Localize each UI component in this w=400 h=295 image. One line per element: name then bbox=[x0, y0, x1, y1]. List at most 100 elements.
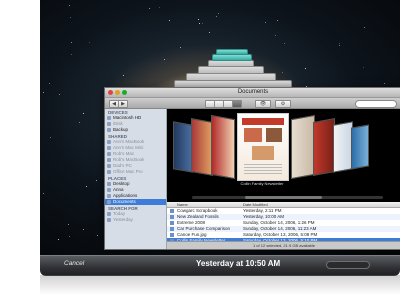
star bbox=[68, 236, 70, 238]
cover-flow-button[interactable] bbox=[232, 100, 242, 108]
sidebar-item-label: Ann's MacBook bbox=[113, 139, 145, 144]
star bbox=[48, 82, 50, 84]
window-toolbar: ◀ ▶ 👁 ⚙ bbox=[105, 98, 400, 109]
sidebar-item-label: Applications bbox=[113, 193, 138, 198]
folder-icon bbox=[107, 128, 111, 132]
star bbox=[58, 94, 60, 96]
star bbox=[89, 41, 91, 43]
star bbox=[70, 41, 72, 43]
sidebar-item-label: Anna bbox=[113, 187, 124, 192]
star bbox=[164, 59, 166, 61]
star bbox=[149, 7, 151, 9]
folder-icon bbox=[107, 188, 111, 192]
star bbox=[283, 42, 285, 44]
star bbox=[50, 136, 52, 138]
newsletter-photo bbox=[252, 146, 274, 160]
star bbox=[71, 53, 72, 55]
coverflow-item[interactable] bbox=[173, 121, 193, 173]
folder-icon bbox=[107, 122, 111, 126]
forward-button[interactable]: ▶ bbox=[118, 100, 128, 108]
newsletter-photo bbox=[244, 128, 262, 142]
star bbox=[215, 16, 217, 18]
star bbox=[338, 45, 340, 47]
star bbox=[305, 68, 307, 69]
coverflow-item[interactable] bbox=[333, 121, 353, 173]
star bbox=[43, 192, 45, 194]
column-name-header[interactable]: Name bbox=[177, 202, 188, 207]
star bbox=[69, 5, 71, 7]
sidebar-item-label: Today bbox=[113, 211, 126, 216]
cancel-button[interactable]: Cancel bbox=[64, 260, 84, 267]
star bbox=[68, 224, 70, 226]
coverflow-item[interactable] bbox=[191, 118, 213, 176]
time-machine-bottom-bar: Cancel Yesterday at 10:50 AM bbox=[40, 255, 400, 276]
folder-icon bbox=[107, 164, 111, 168]
coverflow-item-selected[interactable] bbox=[237, 113, 289, 181]
star bbox=[122, 75, 124, 77]
folder-icon bbox=[107, 152, 111, 156]
cover-flow-view[interactable]: Collin Family Newsletter bbox=[167, 109, 400, 202]
coverflow-item[interactable] bbox=[211, 114, 235, 180]
star bbox=[364, 26, 366, 28]
snapshot-date-label: Yesterday at 10:50 AM bbox=[196, 259, 281, 268]
sidebar-item-label: Desktop bbox=[113, 181, 130, 186]
coverflow-caption: Collin Family Newsletter bbox=[240, 181, 284, 186]
star bbox=[83, 229, 85, 231]
newsletter-text bbox=[244, 164, 282, 174]
search-field[interactable] bbox=[355, 100, 397, 108]
folder-icon bbox=[107, 194, 111, 198]
sidebar-item[interactable]: Office Mac Pro bbox=[105, 169, 166, 175]
coverflow-scrollbar[interactable] bbox=[192, 196, 383, 199]
coverflow-item[interactable] bbox=[313, 118, 335, 176]
star bbox=[85, 185, 87, 187]
star bbox=[180, 46, 182, 48]
document-icon bbox=[170, 209, 174, 213]
document-icon bbox=[170, 233, 174, 237]
quick-look-button[interactable]: 👁 bbox=[255, 100, 271, 108]
coverflow-item[interactable] bbox=[351, 124, 369, 170]
folder-icon bbox=[107, 182, 111, 186]
sidebar-item-label: iDisk bbox=[113, 121, 123, 126]
folder-icon bbox=[107, 218, 111, 222]
sidebar-item-label: Macintosh HD bbox=[113, 115, 142, 120]
star bbox=[79, 121, 81, 123]
sidebar-item[interactable]: Backup bbox=[105, 127, 166, 133]
sidebar-item-label: Office Mac Pro bbox=[113, 169, 143, 174]
star bbox=[362, 67, 364, 69]
restore-button[interactable] bbox=[326, 261, 370, 269]
coverflow-item[interactable] bbox=[291, 114, 315, 180]
folder-icon bbox=[107, 212, 111, 216]
star bbox=[58, 239, 60, 241]
folder-icon bbox=[107, 158, 111, 162]
star bbox=[42, 91, 44, 93]
sidebar-item-label: Rob's MacBook bbox=[113, 157, 145, 162]
star bbox=[198, 22, 200, 24]
star bbox=[208, 31, 210, 33]
sidebar-item-label: Rob's Mac bbox=[113, 151, 135, 156]
star bbox=[281, 71, 283, 73]
star bbox=[217, 13, 219, 15]
star bbox=[276, 19, 278, 21]
document-icon bbox=[170, 227, 174, 231]
column-date-header[interactable]: Date Modified bbox=[243, 202, 268, 207]
star bbox=[198, 19, 200, 21]
sidebar-item-label: Dad's PC bbox=[113, 163, 132, 168]
sidebar: DEVICES Macintosh HD iDisk Backup SHARED Ann'… bbox=[105, 109, 167, 249]
document-icon bbox=[170, 215, 174, 219]
star bbox=[69, 17, 71, 19]
window-title: Documents bbox=[237, 89, 269, 95]
history-window-4[interactable] bbox=[212, 54, 252, 61]
folder-icon bbox=[107, 140, 111, 144]
star bbox=[202, 22, 204, 24]
star bbox=[383, 82, 385, 84]
document-icon bbox=[170, 221, 174, 225]
action-menu-button[interactable]: ⚙ bbox=[275, 100, 291, 108]
scrollbar-thumb[interactable] bbox=[245, 196, 322, 199]
sidebar-item[interactable]: Documents bbox=[105, 199, 166, 205]
sidebar-item[interactable]: Yesterday bbox=[105, 217, 166, 223]
star bbox=[97, 234, 99, 236]
star bbox=[95, 180, 97, 182]
finder-window[interactable]: Documents ◀ ▶ 👁 ⚙ DEVICES Macintosh HD iDi… bbox=[104, 87, 400, 250]
sidebar-item-label: Documents bbox=[113, 199, 136, 204]
window-titlebar[interactable]: Documents bbox=[105, 88, 400, 98]
